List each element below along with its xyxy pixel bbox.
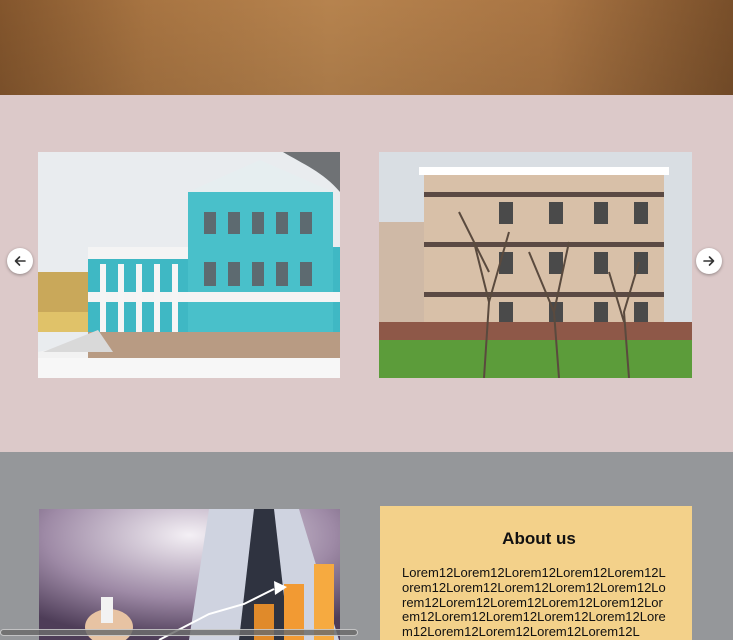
about-text: Lorem12Lorem12Lorem12Lorem12Lorem12Lorem… — [402, 565, 666, 640]
scrollbar-thumb[interactable] — [0, 629, 358, 636]
about-section: About us Lorem12Lorem12Lorem12Lorem12Lor… — [0, 452, 733, 640]
gallery-image-teal-mansion[interactable] — [38, 152, 340, 378]
teal-mansion-photo — [38, 152, 340, 378]
about-card: About us Lorem12Lorem12Lorem12Lorem12Lor… — [380, 506, 692, 640]
image-gallery — [0, 95, 733, 452]
arrow-left-icon — [14, 256, 26, 266]
gallery-prev-button[interactable] — [7, 248, 33, 274]
business-photo — [39, 509, 340, 640]
gallery-next-button[interactable] — [696, 248, 722, 274]
business-chart-photo — [39, 509, 340, 640]
gallery-image-beige-house[interactable] — [379, 152, 692, 378]
arrow-right-icon — [703, 256, 715, 266]
about-title: About us — [502, 529, 576, 548]
horizontal-scrollbar[interactable] — [0, 627, 360, 636]
beige-house-photo — [379, 152, 692, 378]
hero-banner — [0, 0, 733, 95]
